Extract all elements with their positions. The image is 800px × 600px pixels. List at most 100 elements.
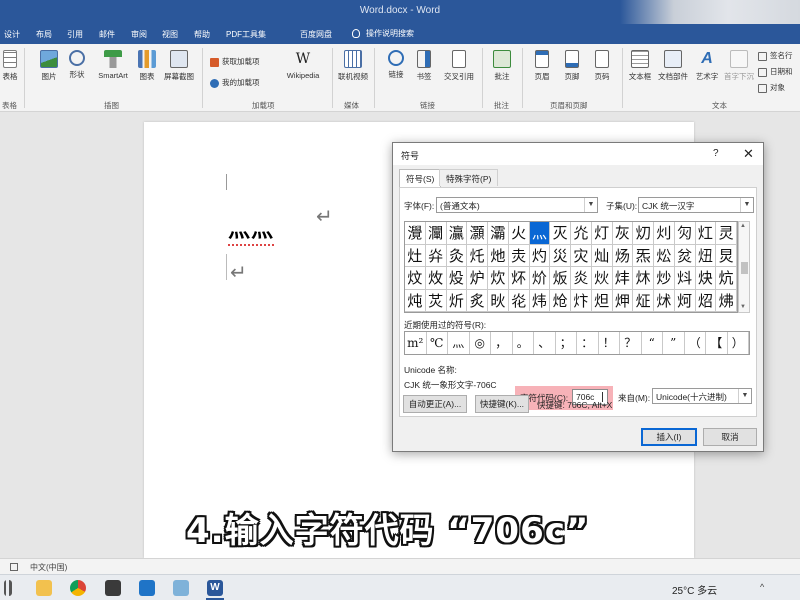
tab-view[interactable]: 视图 (162, 29, 178, 40)
store-icon[interactable] (105, 580, 121, 596)
pictures-button[interactable]: 图片 (36, 50, 62, 82)
bookmark-button[interactable]: 书签 (412, 50, 436, 82)
symbol-cell[interactable]: 炣 (674, 289, 696, 312)
symbol-cell[interactable]: 炇 (425, 267, 447, 290)
wordart-button[interactable]: A 艺术字 (692, 50, 722, 82)
symbol-cell[interactable]: 灷 (425, 244, 447, 267)
symbol-cell[interactable]: 炂 (654, 244, 675, 267)
chart-button[interactable]: 图表 (136, 50, 158, 82)
insert-button[interactable]: 插入(I) (641, 428, 697, 446)
online-video-button[interactable]: 联机视频 (336, 50, 370, 82)
table-button[interactable]: 表格 (0, 50, 20, 82)
symbol-cell[interactable]: 灳 (674, 222, 696, 245)
symbol-cell[interactable]: 炃 (674, 244, 696, 267)
symbol-cell[interactable]: 炉 (467, 267, 488, 290)
symbol-cell[interactable]: 灼 (529, 244, 551, 267)
tab-symbols[interactable]: 符号(S) (399, 169, 442, 187)
symbol-cell[interactable]: 炡 (633, 289, 654, 312)
symbol-cell[interactable]: 炏 (591, 267, 613, 290)
recent-symbol-cell[interactable]: 。 (513, 332, 534, 354)
comment-button[interactable]: 批注 (488, 50, 516, 82)
scroll-up-icon[interactable]: ▲ (740, 223, 746, 229)
header-button[interactable]: 页眉 (528, 50, 556, 82)
symbol-cell[interactable]: 炠 (612, 289, 634, 312)
symbol-cell[interactable]: 炢 (654, 289, 675, 312)
symbol-cell[interactable]: 炆 (405, 267, 426, 290)
recent-symbol-cell[interactable]: ； (556, 332, 577, 354)
get-addins-button[interactable]: 获取加载项 (210, 56, 260, 67)
symbol-cell[interactable]: 炈 (446, 267, 468, 290)
symbol-cell[interactable]: 灺 (488, 244, 509, 267)
my-addins-button[interactable]: 我的加载项 (210, 77, 260, 88)
weather-widget[interactable]: 25°C 多云 (672, 582, 717, 597)
recent-symbol-cell[interactable]: ！ (599, 332, 620, 354)
tray-chevron-icon[interactable]: ^ (760, 582, 764, 592)
symbol-cell[interactable]: 炝 (550, 289, 571, 312)
recent-symbol-cell[interactable]: ？ (620, 332, 642, 354)
symbol-cell[interactable]: 炖 (405, 289, 426, 312)
symbol-cell[interactable]: 灿 (591, 244, 613, 267)
date-time-button[interactable]: 日期和 (758, 66, 793, 77)
tab-design[interactable]: 设计 (4, 29, 20, 40)
from-select[interactable]: Unicode(十六进制) ▼ (652, 388, 752, 404)
task-view-icon[interactable] (4, 580, 12, 596)
word-icon[interactable]: W (207, 580, 223, 596)
link-button[interactable]: 链接 (384, 50, 408, 80)
symbol-cell[interactable]: 炅 (716, 244, 737, 267)
shortcut-key-button[interactable]: 快捷键(K)... (475, 395, 529, 413)
tab-review[interactable]: 审阅 (131, 29, 147, 40)
font-select[interactable]: (普通文本) ▼ (436, 197, 598, 213)
quick-parts-button[interactable]: 文档部件 (655, 50, 691, 82)
screenshot-button[interactable]: 屏幕截图 (162, 50, 196, 82)
symbol-cell[interactable]: 炟 (591, 289, 613, 312)
symbol-cell[interactable]: 炑 (633, 267, 654, 290)
symbol-cell[interactable]: 炍 (550, 267, 571, 290)
symbol-cell[interactable]: 灹 (467, 244, 488, 267)
chrome-icon[interactable] (70, 580, 86, 596)
smartart-button[interactable]: SmartArt (94, 50, 132, 80)
symbol-cell[interactable]: 灲 (654, 222, 675, 245)
recent-symbol-cell[interactable]: 灬 (448, 332, 470, 354)
page-number-button[interactable]: 页码 (588, 50, 616, 82)
symbol-cell[interactable]: 炘 (446, 289, 468, 312)
symbol-cell[interactable]: 炗 (425, 289, 447, 312)
symbol-grid-scrollbar[interactable]: ▲ ▼ (738, 221, 750, 313)
symbol-cell[interactable]: 灾 (571, 244, 592, 267)
symbol-cell[interactable]: 灱 (633, 222, 654, 245)
textbox-button[interactable]: 文本框 (626, 50, 654, 82)
recent-symbol-cell[interactable]: 【 (706, 332, 728, 354)
symbol-cell[interactable]: 炚 (488, 289, 509, 312)
tab-special-characters[interactable]: 特殊字符(P) (439, 169, 499, 186)
symbol-cell[interactable]: 炀 (612, 244, 634, 267)
symbol-cell[interactable]: 灻 (508, 244, 530, 267)
language-indicator[interactable]: 中文(中国) (30, 562, 67, 573)
cross-reference-button[interactable]: 交叉引用 (440, 50, 478, 82)
symbol-cell[interactable]: 炥 (716, 289, 737, 312)
recent-symbol-cell[interactable]: ） (728, 332, 749, 354)
symbol-cell[interactable]: 炎 (571, 267, 592, 290)
recent-symbol-cell[interactable]: “ (642, 332, 663, 354)
recent-symbol-cell[interactable]: ： (577, 332, 599, 354)
recent-symbol-cell[interactable]: ◎ (470, 332, 491, 354)
symbol-cell[interactable]: 炒 (654, 267, 675, 290)
symbol-cell[interactable]: 炜 (529, 289, 551, 312)
autocorrect-button[interactable]: 自动更正(A)... (403, 395, 467, 413)
close-icon[interactable]: ✕ (743, 146, 754, 162)
symbol-cell[interactable]: 炌 (529, 267, 551, 290)
symbol-cell[interactable]: 火 (508, 222, 530, 245)
symbol-cell[interactable]: 炛 (508, 289, 530, 312)
recent-symbol-cell[interactable]: （ (685, 332, 706, 354)
scroll-down-icon[interactable]: ▼ (740, 304, 746, 310)
recent-symbol-cell[interactable]: ， (491, 332, 513, 354)
symbol-cell[interactable]: 炤 (695, 289, 717, 312)
recent-symbol-cell[interactable]: ℃ (427, 332, 448, 354)
help-icon[interactable]: ? (713, 148, 719, 159)
cancel-button[interactable]: 取消 (703, 428, 757, 446)
tab-mailings[interactable]: 邮件 (99, 29, 115, 40)
document-text[interactable]: 灬灬 (228, 212, 275, 246)
tab-help[interactable]: 帮助 (194, 29, 210, 40)
symbol-cell[interactable]: 災 (550, 244, 571, 267)
symbol-cell[interactable]: 炄 (695, 244, 717, 267)
symbol-cell[interactable]: 灵 (716, 222, 737, 245)
symbol-cell[interactable]: 炙 (467, 289, 488, 312)
